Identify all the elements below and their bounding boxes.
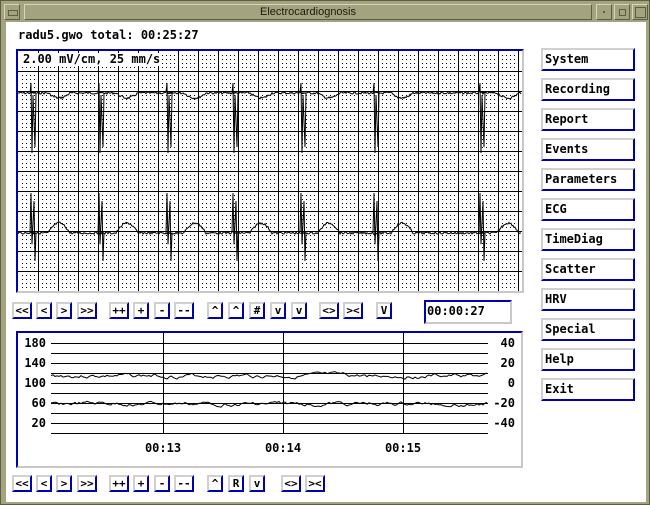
ecg-down-2-button[interactable]: v — [291, 302, 307, 319]
time-axis-label: 00:14 — [265, 441, 301, 455]
application-window: Electrocardiognosis radu5.gwo total: 00:… — [0, 0, 650, 505]
menu-special-button[interactable]: Special — [541, 318, 635, 341]
menu-system-button[interactable]: System — [541, 48, 635, 71]
right-axis-tick: 40 — [501, 336, 515, 350]
menu-scatter-button[interactable]: Scatter — [541, 258, 635, 281]
window-title: Electrocardiognosis — [24, 4, 592, 20]
ecg-strip-canvas — [18, 51, 522, 291]
trend-down-button[interactable]: v — [249, 475, 265, 492]
trend-first-button[interactable]: << — [12, 475, 32, 492]
trend-series-deviation — [50, 400, 488, 408]
menu-exit-button[interactable]: Exit — [541, 378, 635, 401]
ecg-trace-channel-2 — [18, 192, 522, 262]
trend-last-button[interactable]: >> — [77, 475, 97, 492]
close-button[interactable] — [632, 4, 648, 20]
ecg-hash-button[interactable]: # — [249, 302, 265, 319]
right-axis-tick: -40 — [493, 416, 515, 430]
right-axis-tick: 0 — [508, 376, 515, 390]
title-bar[interactable]: Electrocardiognosis — [4, 4, 648, 21]
left-axis-tick: 60 — [32, 396, 46, 410]
menu-recording-button[interactable]: Recording — [541, 78, 635, 101]
ecg-last-button[interactable]: >> — [77, 302, 97, 319]
menu-ecg-button[interactable]: ECG — [541, 198, 635, 221]
menu-report-button[interactable]: Report — [541, 108, 635, 131]
left-axis-tick: 180 — [24, 336, 46, 350]
ecg-down-1-button[interactable]: v — [270, 302, 286, 319]
trend-zoom-out-more-button[interactable]: -- — [174, 475, 194, 492]
ecg-up-1-button[interactable]: ^ — [207, 302, 223, 319]
right-axis-tick: 20 — [501, 356, 515, 370]
trend-next-button[interactable]: > — [56, 475, 72, 492]
left-axis-tick: 100 — [24, 376, 46, 390]
close-icon — [635, 7, 646, 18]
maximize-button[interactable] — [614, 4, 630, 20]
ecg-trace-channel-1 — [18, 82, 522, 154]
window-menu-icon — [8, 10, 18, 16]
ecg-v-mode-button[interactable]: V — [376, 302, 392, 319]
trend-compress-button[interactable]: >< — [305, 475, 325, 492]
ecg-zoom-in-button[interactable]: + — [133, 302, 149, 319]
trend-prev-button[interactable]: < — [36, 475, 52, 492]
minimize-icon — [603, 11, 605, 13]
ecg-strip-panel[interactable]: 2.00 mV/cm, 25 mm/s — [16, 49, 524, 293]
trend-chart: 180 140 100 60 20 40 20 0 -20 -40 00:13 00:14 00:15 — [24, 333, 515, 455]
ecg-zoom-out-button[interactable]: - — [154, 302, 170, 319]
trend-series-heart-rate — [50, 371, 488, 380]
menu-hrv-button[interactable]: HRV — [541, 288, 635, 311]
left-axis-tick: 20 — [32, 416, 46, 430]
menu-timediag-button[interactable]: TimeDiag — [541, 228, 635, 251]
ecg-grid — [18, 51, 522, 291]
trend-zoom-out-button[interactable]: - — [154, 475, 170, 492]
ecg-expand-button[interactable]: <> — [319, 302, 339, 319]
trend-reset-button[interactable]: R — [228, 475, 244, 492]
ecg-scale-label: 2.00 mV/cm, 25 mm/s — [22, 52, 162, 66]
minimize-button[interactable] — [596, 4, 612, 20]
trend-up-button[interactable]: ^ — [207, 475, 223, 492]
right-axis-tick: -20 — [493, 396, 515, 410]
maximize-icon — [619, 9, 626, 16]
trend-panel[interactable]: 180 140 100 60 20 40 20 0 -20 -40 00:13 00:14 00:15 — [16, 331, 523, 468]
ecg-zoom-in-more-button[interactable]: ++ — [109, 302, 129, 319]
ecg-up-2-button[interactable]: ^ — [228, 302, 244, 319]
ecg-prev-button[interactable]: < — [36, 302, 52, 319]
time-axis-label: 00:13 — [145, 441, 181, 455]
window-menu-button[interactable] — [4, 4, 20, 20]
ecg-first-button[interactable]: << — [12, 302, 32, 319]
trend-expand-button[interactable]: <> — [281, 475, 301, 492]
ecg-zoom-out-more-button[interactable]: -- — [174, 302, 194, 319]
ecg-next-button[interactable]: > — [56, 302, 72, 319]
left-axis-tick: 140 — [24, 356, 46, 370]
trend-zoom-in-more-button[interactable]: ++ — [109, 475, 129, 492]
trend-zoom-in-button[interactable]: + — [133, 475, 149, 492]
menu-parameters-button[interactable]: Parameters — [541, 168, 635, 191]
time-position-field[interactable]: 00:00:27 — [424, 300, 512, 324]
ecg-compress-button[interactable]: >< — [343, 302, 363, 319]
file-info: radu5.gwo total: 00:25:27 — [18, 28, 199, 42]
time-axis-label: 00:15 — [385, 441, 421, 455]
menu-events-button[interactable]: Events — [541, 138, 635, 161]
client-area: radu5.gwo total: 00:25:27 2.00 mV/cm, 25… — [6, 22, 646, 502]
menu-help-button[interactable]: Help — [541, 348, 635, 371]
